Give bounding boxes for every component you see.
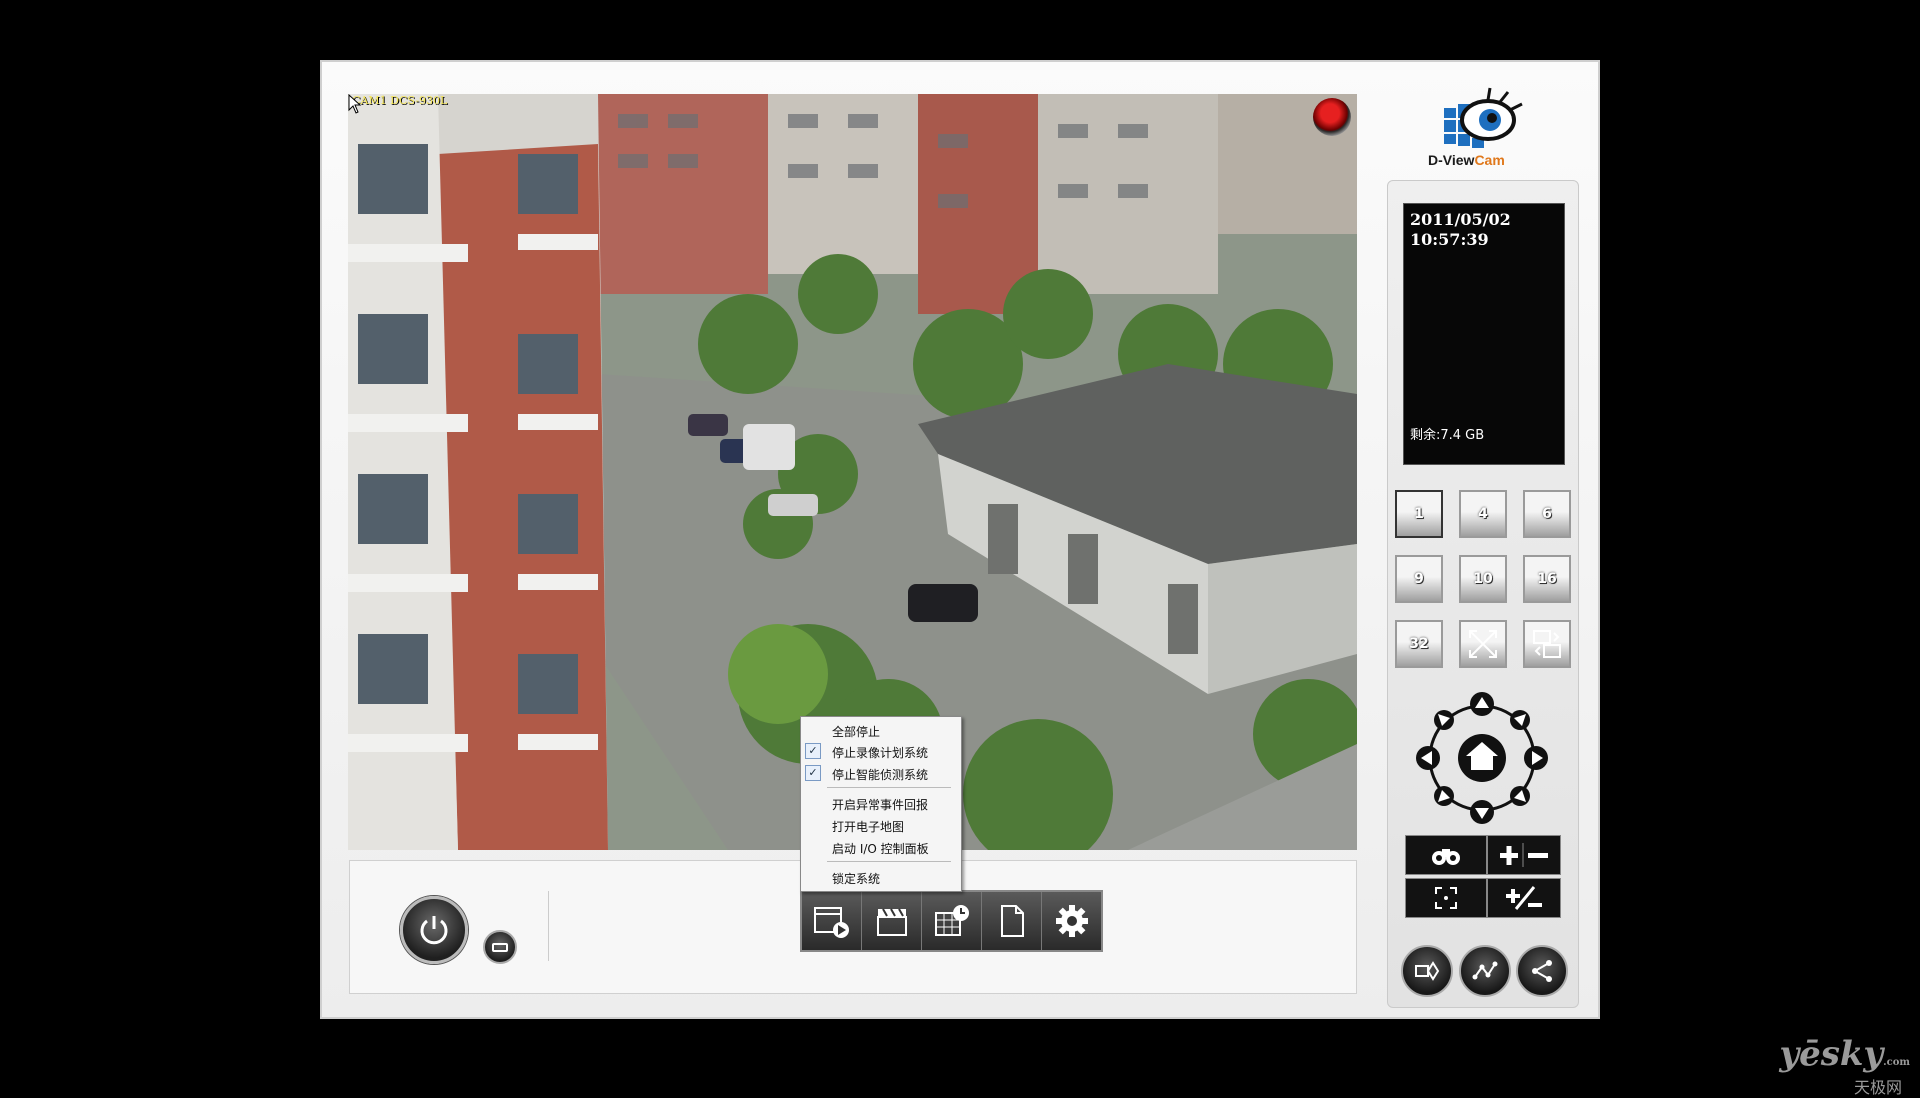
record-button[interactable] [1313, 98, 1351, 136]
recording-button[interactable] [862, 892, 922, 950]
menu-item-event-report[interactable]: 开启异常事件回报 [832, 796, 928, 813]
plus-minus-icon [1500, 843, 1548, 867]
date-display: 2011/05/02 [1410, 210, 1511, 229]
menu-item-io-panel[interactable]: 启动 I/O 控制面板 [832, 840, 929, 857]
route-icon [1415, 961, 1440, 981]
context-menu: 全部停止 ✓ 停止录像计划系统 ✓ 停止智能侦测系统 开启异常事件回报 打开电子… [800, 716, 962, 892]
power-icon [420, 916, 448, 945]
focus-icon [1435, 887, 1457, 909]
bar-divider [548, 891, 549, 961]
schedule-icon [934, 905, 969, 936]
zoom-view-button[interactable] [1405, 835, 1487, 875]
time-display: 10:57:39 [1410, 230, 1489, 249]
layout-9-button[interactable]: 9 [1395, 555, 1443, 603]
binoculars-icon [1432, 849, 1460, 865]
menu-separator [827, 861, 951, 862]
menu-item-lock-system[interactable]: 锁定系统 [832, 870, 880, 887]
path-icon [1472, 961, 1498, 980]
checkbox-icon: ✓ [805, 743, 821, 759]
zoom-in-out-button[interactable] [1487, 835, 1561, 875]
logo-text: D-ViewCam [1428, 152, 1505, 168]
clapperboard-icon [876, 908, 907, 936]
menu-item-emap[interactable]: 打开电子地图 [832, 818, 904, 835]
camera-label: CAM1 DCS-930L [352, 94, 448, 107]
focus-adjust-button[interactable] [1487, 878, 1561, 918]
focus-button[interactable] [1405, 878, 1487, 918]
layout-4-button[interactable]: 4 [1459, 490, 1507, 538]
layout-10-button[interactable]: 10 [1459, 555, 1507, 603]
share-button[interactable] [1516, 945, 1568, 997]
fullscreen-button[interactable] [1459, 620, 1507, 668]
layout-1-button[interactable]: 1 [1395, 490, 1443, 538]
main-toolbar [800, 890, 1103, 952]
swap-view-button[interactable] [1523, 620, 1571, 668]
playback-button[interactable] [802, 892, 862, 950]
schedule-button[interactable] [922, 892, 982, 950]
menu-item-stop-schedule[interactable]: 停止录像计划系统 [832, 744, 928, 761]
document-icon [1000, 905, 1024, 937]
power-button[interactable] [400, 896, 468, 964]
fullscreen-icon [1469, 630, 1497, 658]
plus-slash-minus-icon [1506, 886, 1542, 910]
settings-button[interactable] [1042, 892, 1101, 950]
playback-icon [813, 907, 849, 938]
share-icon [1532, 960, 1552, 982]
layout-6-button[interactable]: 6 [1523, 490, 1571, 538]
site-watermark: yēsky.com 天极网 [1779, 1034, 1910, 1097]
checkbox-icon: ✓ [805, 765, 821, 781]
info-display: 2011/05/02 10:57:39 剩余:7.4 GB [1403, 203, 1565, 465]
layout-32-button[interactable]: 32 [1395, 620, 1443, 668]
menu-item-stop-all[interactable]: 全部停止 [832, 723, 880, 740]
patrol-path-button[interactable] [1459, 945, 1511, 997]
log-button[interactable] [982, 892, 1042, 950]
layout-16-button[interactable]: 16 [1523, 555, 1571, 603]
camera-route-button[interactable] [1401, 945, 1453, 997]
gear-icon [1055, 905, 1088, 937]
minimize-button[interactable] [483, 930, 517, 964]
free-space-display: 剩余:7.4 GB [1410, 428, 1485, 443]
menu-item-stop-detection[interactable]: 停止智能侦测系统 [832, 766, 928, 783]
mouse-cursor-icon [348, 94, 362, 114]
menu-separator [827, 787, 951, 788]
swap-icon [1533, 630, 1561, 658]
ptz-control[interactable] [1416, 692, 1548, 824]
